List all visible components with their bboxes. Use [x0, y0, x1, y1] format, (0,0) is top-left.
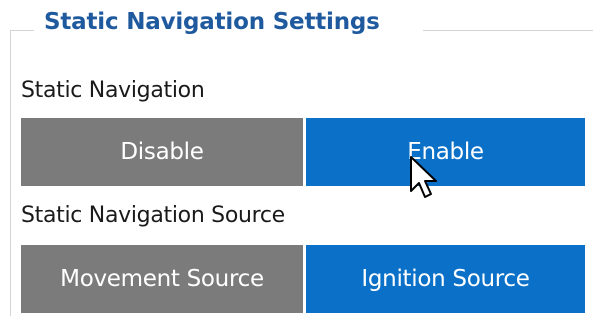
static-navigation-source-label: Static Navigation Source — [21, 203, 285, 228]
static-navigation-settings-panel: Static Navigation Settings Static Naviga… — [0, 0, 593, 316]
ignition-source-button[interactable]: Ignition Source — [306, 245, 585, 313]
ignition-source-button-label: Ignition Source — [361, 266, 530, 292]
static-navigation-enable-button[interactable]: Enable — [306, 118, 585, 186]
groupbox-border-left — [10, 30, 11, 316]
groupbox-border-top-right — [423, 30, 593, 31]
groupbox-border-top-left — [10, 30, 34, 31]
movement-source-button[interactable]: Movement Source — [21, 245, 303, 313]
static-navigation-label: Static Navigation — [21, 78, 205, 103]
movement-source-button-label: Movement Source — [60, 266, 264, 292]
mouse-pointer-icon — [410, 156, 437, 198]
groupbox-title: Static Navigation Settings — [44, 9, 380, 35]
static-navigation-disable-button[interactable]: Disable — [21, 118, 303, 186]
disable-button-label: Disable — [120, 139, 204, 165]
